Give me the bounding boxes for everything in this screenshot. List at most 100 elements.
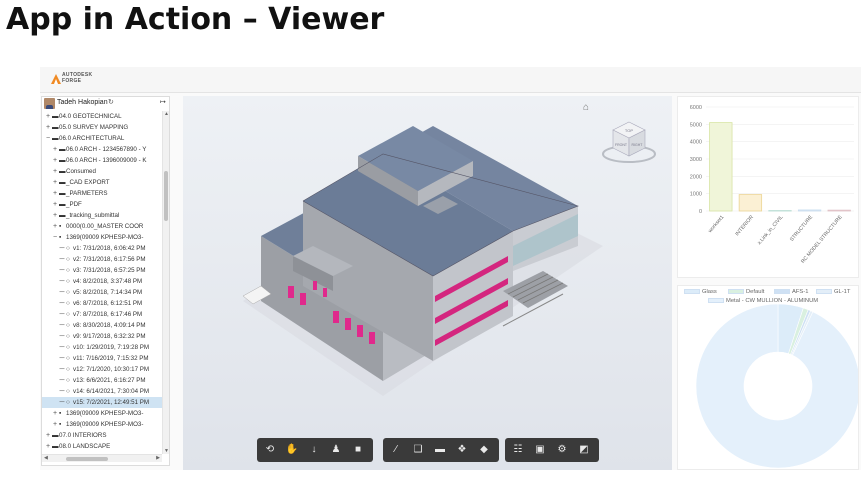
folder-icon: ▬ — [59, 190, 66, 197]
camera-icon[interactable]: ■ — [349, 440, 367, 460]
folder-icon: ▬ — [59, 201, 66, 208]
pan-icon[interactable]: ✋ — [283, 440, 301, 460]
tree-item[interactable]: + ▪ 1369(09009 KPHESP-MO3- — [42, 408, 162, 419]
tree-item[interactable]: ─ ○ v10: 1/29/2019, 7:19:28 PM — [42, 342, 162, 353]
building-model[interactable] — [183, 96, 672, 470]
expand-icon[interactable]: + — [51, 199, 59, 210]
tree-item[interactable]: ─ ○ v2: 7/31/2018, 6:17:56 PM — [42, 254, 162, 265]
tree-item-label: 0000(0.00_MASTER COOR — [66, 223, 144, 230]
refresh-icon[interactable]: ↻ — [108, 98, 114, 106]
expand-icon[interactable]: + — [51, 210, 59, 221]
viewcube-front-label: FRONT — [615, 143, 628, 147]
file-icon: ▪ — [59, 410, 62, 417]
tree-item[interactable]: ─ ○ v14: 6/14/2021, 7:30:04 PM — [42, 386, 162, 397]
tree-vertical-scrollbar[interactable]: ▲ ▼ — [162, 111, 169, 454]
home-icon[interactable]: ⌂ — [583, 102, 589, 113]
tree-item[interactable]: ─ ○ v13: 6/6/2021, 6:16:27 PM — [42, 375, 162, 386]
settings-icon[interactable]: ⚙ — [553, 440, 571, 460]
logo-line-2: FORGE — [62, 78, 82, 84]
scroll-right-icon[interactable]: ▶ — [156, 455, 160, 461]
scrollbar-thumb[interactable] — [164, 171, 168, 221]
tree-item[interactable]: ─ ○ v1: 7/31/2018, 6:06:42 PM — [42, 243, 162, 254]
donut-slice[interactable] — [695, 303, 859, 469]
structure-icon[interactable]: ☷ — [509, 440, 527, 460]
tree-horizontal-scrollbar[interactable]: ◀ ▶ — [42, 454, 162, 462]
tree-item[interactable]: ─ ○ v11: 7/16/2019, 7:15:32 PM — [42, 353, 162, 364]
expand-icon[interactable]: + — [51, 408, 59, 419]
tree-item[interactable]: − ▬06.0 ARCHITECTURAL — [42, 133, 162, 144]
scroll-left-icon[interactable]: ◀ — [44, 455, 48, 461]
expand-icon[interactable]: + — [44, 111, 52, 122]
section-icon[interactable]: ❑ — [409, 440, 427, 460]
expand-icon[interactable]: + — [44, 441, 52, 452]
model-viewer-canvas[interactable]: ⌂ TOP FRONT RIGHT ⟲ ✋ ↓ ♟ ■ ∕ ❑ ▬ ❖ ◆ ☷ ▣ ⚙ ◩ — [183, 96, 672, 470]
folder-icon: ▬ — [52, 124, 59, 131]
measure-icon[interactable]: ∕ — [387, 440, 405, 460]
tree-line-icon: ─ — [59, 300, 65, 307]
tree-item[interactable]: ─ ○ v4: 8/2/2018, 3:37:48 PM — [42, 276, 162, 287]
expand-icon[interactable]: + — [51, 221, 59, 232]
tree-item-label: v11: 7/16/2019, 7:15:32 PM — [73, 355, 149, 362]
fullscreen-icon[interactable]: ◩ — [575, 440, 593, 460]
version-icon: ○ — [66, 289, 70, 296]
donut-chart-svg — [695, 303, 859, 469]
collapse-icon[interactable]: − — [51, 232, 59, 243]
tree-item[interactable]: + ▬05.0 SURVEY MAPPING — [42, 122, 162, 133]
tree-item[interactable]: ─ ○ v6: 8/7/2018, 6:12:51 PM — [42, 298, 162, 309]
version-icon: ○ — [66, 388, 70, 395]
tree-item[interactable]: ─ ○ v9: 9/17/2018, 6:32:32 PM — [42, 331, 162, 342]
tree-item[interactable]: + ▬08.0 LANDSCAPE — [42, 441, 162, 452]
bar[interactable] — [827, 209, 851, 212]
model-browser-icon[interactable]: ❖ — [453, 440, 471, 460]
scroll-up-icon[interactable]: ▲ — [163, 111, 169, 117]
tree-item[interactable]: + ▬Consumed — [42, 166, 162, 177]
tree-item[interactable]: + ▬_PDF — [42, 199, 162, 210]
expand-icon[interactable]: + — [51, 166, 59, 177]
bar[interactable] — [797, 209, 822, 212]
scrollbar-thumb[interactable] — [66, 457, 108, 461]
zoom-icon[interactable]: ↓ — [305, 440, 323, 460]
version-icon: ○ — [66, 322, 70, 329]
tree-item[interactable]: ─ ○ v5: 8/2/2018, 7:14:34 PM — [42, 287, 162, 298]
tree-item[interactable]: ─ ○ v8: 8/30/2018, 4:09:14 PM — [42, 320, 162, 331]
expand-icon[interactable]: + — [44, 122, 52, 133]
expand-icon[interactable]: + — [51, 419, 59, 430]
first-person-icon[interactable]: ♟ — [327, 440, 345, 460]
expand-icon[interactable]: + — [44, 430, 52, 441]
save-icon[interactable]: ▣ — [531, 440, 549, 460]
tree-line-icon: ─ — [59, 399, 65, 406]
expand-icon[interactable]: + — [51, 144, 59, 155]
logout-icon[interactable]: ↦ — [160, 98, 166, 106]
scroll-down-icon[interactable]: ▼ — [163, 448, 169, 454]
properties-icon[interactable]: ◆ — [475, 440, 493, 460]
tree-item[interactable]: ─ ○ v15: 7/2/2021, 12:49:51 PM — [42, 397, 162, 408]
folder-icon: ▬ — [52, 443, 59, 450]
bar-chart-svg: 0 1000 2000 3000 4000 5000 6000 workset1 INTERIO… — [690, 105, 854, 265]
tree-item[interactable]: + ▬_CAD EXPORT — [42, 177, 162, 188]
collapse-icon[interactable]: − — [44, 133, 52, 144]
tree-item[interactable]: + ▬_tracking_submittal — [42, 210, 162, 221]
bar[interactable] — [768, 210, 792, 212]
tree-item[interactable]: + ▬_PARMETERS — [42, 188, 162, 199]
tree-item-label: _PARMETERS — [66, 190, 108, 197]
expand-icon[interactable]: + — [51, 188, 59, 199]
expand-icon[interactable]: + — [51, 155, 59, 166]
bar[interactable] — [738, 194, 763, 212]
tree-item[interactable]: + ▬04.0 GEOTECHNICAL — [42, 111, 162, 122]
expand-icon[interactable]: + — [51, 177, 59, 188]
bar[interactable] — [709, 122, 733, 212]
tree-item[interactable]: ─ ○ v3: 7/31/2018, 6:57:25 PM — [42, 265, 162, 276]
orbit-icon[interactable]: ⟲ — [261, 440, 279, 460]
tree-item[interactable]: ─ ○ v12: 7/1/2020, 10:30:17 PM — [42, 364, 162, 375]
tree-item[interactable]: + ▬06.0 ARCH - 1234567890 - Y — [42, 144, 162, 155]
tree-item[interactable]: + ▪ 1369(09009 KPHESP-MO3- — [42, 419, 162, 430]
folder-icon: ▬ — [59, 168, 66, 175]
explode-icon[interactable]: ▬ — [431, 440, 449, 460]
viewcube-icon[interactable]: TOP FRONT RIGHT — [601, 114, 657, 170]
tree-item[interactable]: + ▬06.0 ARCH - 1396009009 - K — [42, 155, 162, 166]
tree-item[interactable]: + ▬07.0 INTERIORS — [42, 430, 162, 441]
tree-item[interactable]: + ▪ 0000(0.00_MASTER COOR — [42, 221, 162, 232]
tree-item[interactable]: ─ ○ v7: 8/7/2018, 6:17:46 PM — [42, 309, 162, 320]
tree-item[interactable]: − ▪ 1369(09009 KPHESP-MO3- — [42, 232, 162, 243]
tree-line-icon: ─ — [59, 245, 65, 252]
